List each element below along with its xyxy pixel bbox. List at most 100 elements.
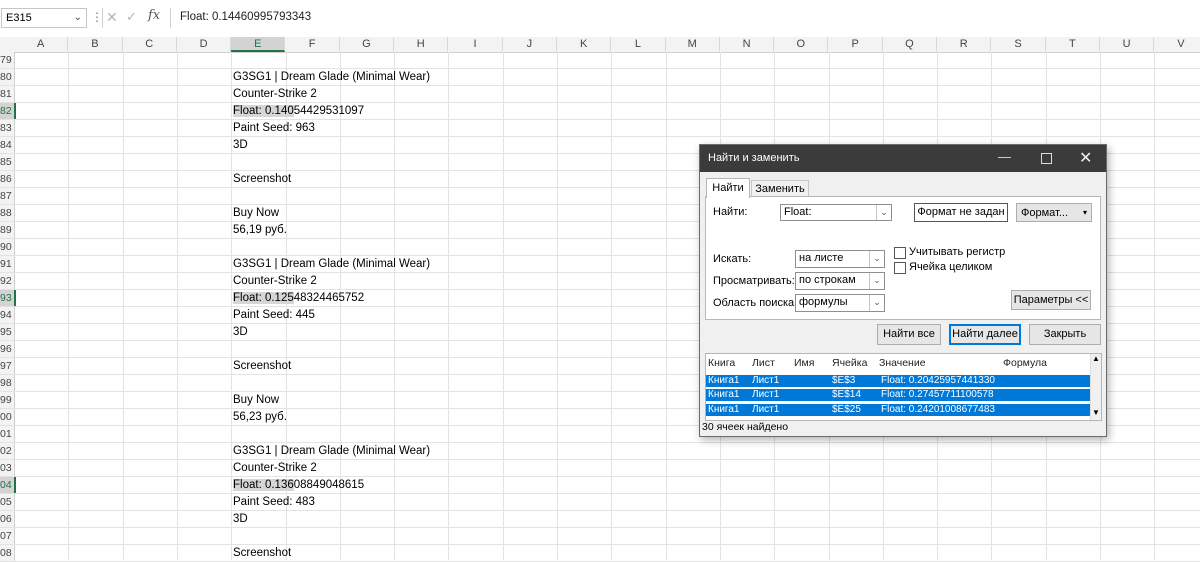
cell[interactable]: G3SG1 | Dream Glade (Minimal Wear) <box>233 70 430 85</box>
results-header-value[interactable]: Значение <box>879 357 926 369</box>
cell[interactable]: 3D <box>233 325 248 340</box>
cell[interactable]: Counter-Strike 2 <box>233 87 317 102</box>
find-what-input[interactable]: Float: ⌄ <box>780 204 892 221</box>
row-header[interactable]: 88 <box>0 205 15 221</box>
results-header-cell[interactable]: Ячейка <box>832 357 867 369</box>
column-header-j[interactable]: J <box>503 37 557 52</box>
match-case-checkbox[interactable] <box>894 247 906 259</box>
results-header-formula[interactable]: Формула <box>1003 357 1047 369</box>
search-select[interactable]: по строкам ⌄ <box>795 272 885 290</box>
row-header[interactable]: 99 <box>0 392 15 408</box>
row-header[interactable]: 96 <box>0 341 15 357</box>
chevron-down-icon[interactable]: ⌄ <box>869 273 884 289</box>
row-header[interactable]: 80 <box>0 69 15 85</box>
maximize-icon[interactable] <box>1041 153 1052 164</box>
column-header-r[interactable]: R <box>937 37 992 52</box>
column-header-n[interactable]: N <box>720 37 775 52</box>
column-header-a[interactable]: A <box>14 37 69 52</box>
within-select[interactable]: на листе ⌄ <box>795 250 885 268</box>
row-header[interactable]: 02 <box>0 443 15 459</box>
chevron-down-icon[interactable]: ⌄ <box>876 205 891 220</box>
column-header-g[interactable]: G <box>340 37 395 52</box>
results-header-book[interactable]: Книга <box>708 357 735 369</box>
find-next-button[interactable]: Найти далее <box>949 324 1021 345</box>
chevron-down-icon[interactable]: ⌄ <box>869 295 884 311</box>
column-header-o[interactable]: O <box>774 37 829 52</box>
cancel-icon[interactable]: ✕ <box>106 9 118 26</box>
formula-input[interactable]: Float: 0.14460995793343 <box>180 11 311 23</box>
column-header-h[interactable]: H <box>394 37 449 52</box>
cell[interactable]: Paint Seed: 445 <box>233 308 315 323</box>
row-header[interactable]: 01 <box>0 426 15 442</box>
cell[interactable]: Paint Seed: 963 <box>233 121 315 136</box>
match-entire-checkbox[interactable] <box>894 262 906 274</box>
row-header[interactable]: 00 <box>0 409 15 425</box>
column-header-t[interactable]: T <box>1046 37 1100 52</box>
row-header[interactable]: 85 <box>0 154 15 170</box>
scroll-up-icon[interactable]: ▲ <box>1092 354 1100 363</box>
result-row[interactable]: Книга1 Лист1 $E$25 Float: 0.242010086774… <box>706 404 1090 416</box>
column-header-q[interactable]: Q <box>883 37 938 52</box>
cell[interactable]: Buy Now <box>233 393 279 408</box>
row-header[interactable]: 90 <box>0 239 15 255</box>
cell[interactable]: G3SG1 | Dream Glade (Minimal Wear) <box>233 257 430 272</box>
row-header[interactable]: 97 <box>0 358 15 374</box>
minimize-icon[interactable]: — <box>998 149 1011 164</box>
cell[interactable]: Paint Seed: 483 <box>233 495 315 510</box>
row-header[interactable]: 87 <box>0 188 15 204</box>
column-header-u[interactable]: U <box>1100 37 1155 52</box>
column-header-d[interactable]: D <box>177 37 232 52</box>
row-header[interactable]: 82 <box>0 103 16 119</box>
row-header[interactable]: 84 <box>0 137 15 153</box>
column-header-c[interactable]: C <box>123 37 177 52</box>
row-header[interactable]: 83 <box>0 120 15 136</box>
look-in-select[interactable]: формулы ⌄ <box>795 294 885 312</box>
column-header-b[interactable]: B <box>68 37 123 52</box>
chevron-down-icon[interactable]: ▾ <box>1083 204 1087 222</box>
cell[interactable]: Screenshot <box>233 546 291 561</box>
row-header[interactable]: 98 <box>0 375 15 391</box>
row-header[interactable]: 92 <box>0 273 15 289</box>
chevron-down-icon[interactable]: ⌄ <box>869 251 884 267</box>
result-row[interactable]: Книга1 Лист1 $E$14 Float: 0.274577111005… <box>706 389 1090 401</box>
row-header[interactable]: 03 <box>0 460 15 476</box>
cell[interactable]: 56,23 руб. <box>233 410 287 425</box>
row-header[interactable]: 08 <box>0 545 15 561</box>
column-header-i[interactable]: I <box>448 37 503 52</box>
enter-icon[interactable]: ✓ <box>126 9 137 25</box>
row-header[interactable]: 07 <box>0 528 15 544</box>
column-header-m[interactable]: M <box>666 37 720 52</box>
name-box[interactable]: E315 ⌄ <box>1 8 87 28</box>
cell[interactable]: G3SG1 | Dream Glade (Minimal Wear) <box>233 444 430 459</box>
result-row[interactable]: Книга1 Лист1 $E$3 Float: 0.2042595744133… <box>706 375 1090 387</box>
row-header[interactable]: 91 <box>0 256 15 272</box>
row-header[interactable]: 79 <box>0 52 15 68</box>
insert-function-icon[interactable]: fx <box>148 8 160 23</box>
row-header[interactable]: 94 <box>0 307 15 323</box>
cell[interactable]: Counter-Strike 2 <box>233 274 317 289</box>
cell[interactable]: Counter-Strike 2 <box>233 461 317 476</box>
row-header[interactable]: 05 <box>0 494 15 510</box>
row-header[interactable]: 93 <box>0 290 16 306</box>
close-button[interactable]: Закрыть <box>1029 324 1101 345</box>
chevron-down-icon[interactable]: ⌄ <box>74 9 82 27</box>
column-header-s[interactable]: S <box>991 37 1046 52</box>
results-header-name[interactable]: Имя <box>794 357 814 369</box>
cell[interactable]: Buy Now <box>233 206 279 221</box>
column-header-p[interactable]: P <box>829 37 883 52</box>
format-button[interactable]: Формат... ▾ <box>1016 203 1092 222</box>
results-header-sheet[interactable]: Лист <box>752 357 775 369</box>
cell[interactable]: 56,19 руб. <box>233 223 287 238</box>
column-header-v[interactable]: V <box>1154 37 1200 52</box>
column-header-f[interactable]: F <box>286 37 340 52</box>
column-header-k[interactable]: K <box>557 37 612 52</box>
cell[interactable]: 3D <box>233 138 248 153</box>
results-scrollbar[interactable]: ▲ ▼ <box>1090 354 1101 420</box>
cell[interactable]: Screenshot <box>233 359 291 374</box>
column-header-l[interactable]: L <box>611 37 666 52</box>
close-icon[interactable]: ✕ <box>1079 148 1092 168</box>
cell-match[interactable]: Float: 0.12548324465752 <box>233 291 364 306</box>
scroll-down-icon[interactable]: ▼ <box>1092 408 1100 417</box>
tab-replace[interactable]: Заменить <box>751 180 809 197</box>
options-button[interactable]: Параметры << <box>1011 290 1091 310</box>
